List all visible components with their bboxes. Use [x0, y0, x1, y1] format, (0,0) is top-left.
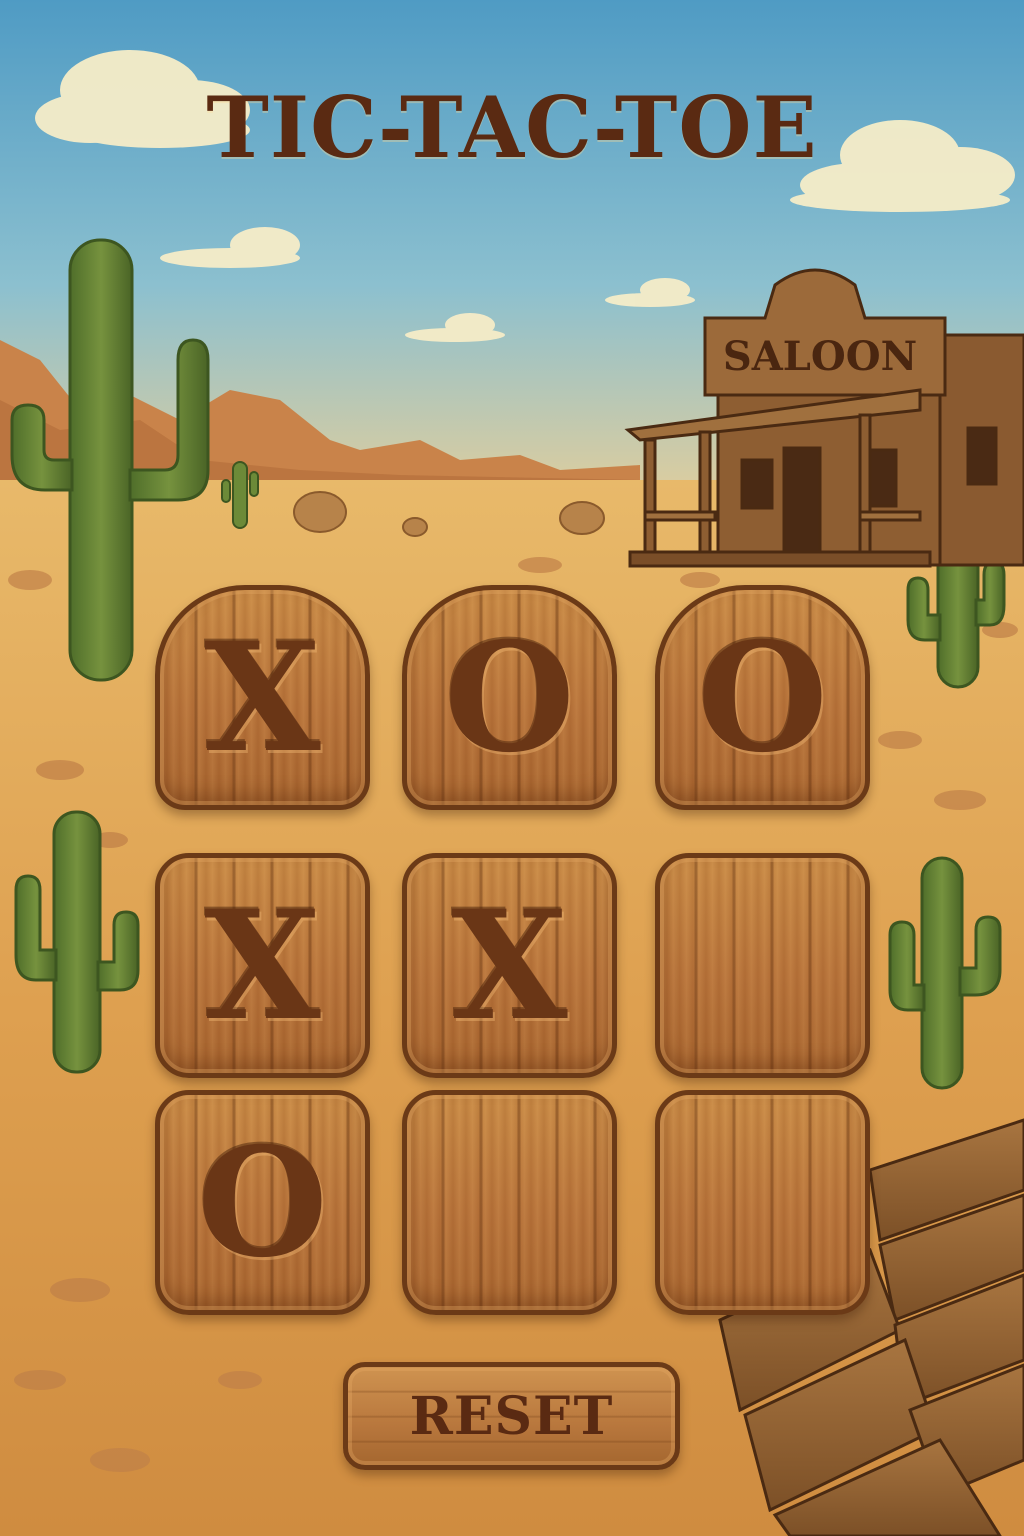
cell-mark: O	[697, 609, 828, 786]
game-title: TIC-TAC-TOE	[206, 78, 818, 177]
board-cell-4[interactable]: X	[155, 853, 370, 1078]
game-board: X O O X X O	[155, 585, 870, 1315]
board-cell-7[interactable]: O	[155, 1090, 370, 1315]
board-cell-8[interactable]	[402, 1090, 617, 1315]
reset-label: RESET	[409, 1385, 614, 1447]
board-cell-3[interactable]: O	[655, 585, 870, 810]
board-cell-5[interactable]: X	[402, 853, 617, 1078]
board-cell-6[interactable]	[655, 853, 870, 1078]
board-cell-9[interactable]	[655, 1090, 870, 1315]
cell-mark: X	[451, 877, 568, 1054]
cell-mark: O	[444, 609, 575, 786]
cell-mark: X	[204, 609, 321, 786]
board-cell-1[interactable]: X	[155, 585, 370, 810]
cell-mark: X	[204, 877, 321, 1054]
board-cell-2[interactable]: O	[402, 585, 617, 810]
saloon-sign: SALOON	[723, 333, 917, 380]
reset-button[interactable]: RESET	[343, 1362, 680, 1470]
cell-mark: O	[197, 1114, 328, 1291]
